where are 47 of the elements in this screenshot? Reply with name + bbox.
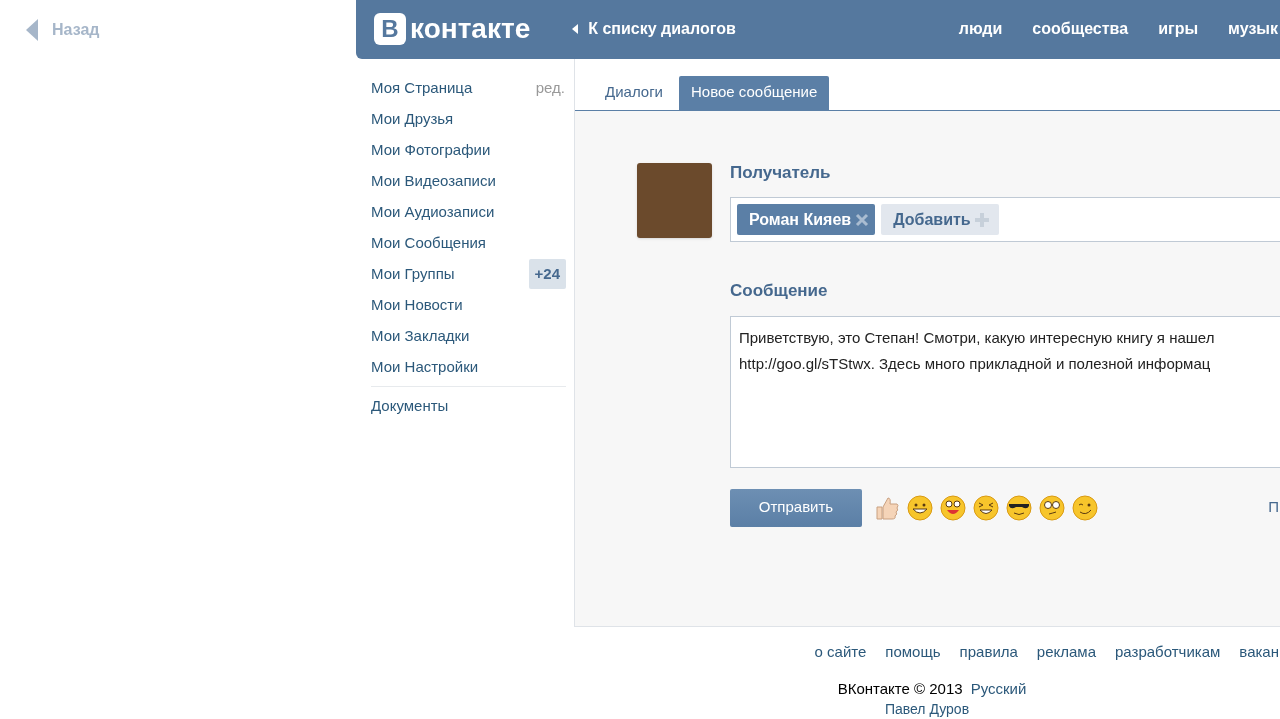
sidebar-item[interactable]: Мои Закладки	[371, 324, 470, 348]
count-badge: +24	[528, 258, 566, 290]
sidebar-item[interactable]: Моя Страница	[371, 76, 473, 100]
sidebar-item[interactable]: Мои Фотографии	[371, 138, 491, 162]
sidebar-item[interactable]: Мои Видеозаписи	[371, 169, 496, 193]
cut-off-link[interactable]: П	[1268, 496, 1280, 519]
language-link[interactable]: Русский	[970, 679, 1027, 699]
sunglasses-emoji-icon[interactable]	[1006, 494, 1032, 521]
caret-left-icon	[572, 24, 579, 35]
footer-link[interactable]: помощь	[885, 640, 941, 663]
plus-icon	[974, 212, 989, 227]
nav-link[interactable]: сообщества	[1032, 17, 1129, 42]
sidebar-item[interactable]: Мои Новости	[371, 293, 463, 317]
sidebar-item[interactable]: Мои Аудиозаписи	[371, 200, 495, 224]
back-arrow-icon	[26, 19, 38, 41]
nav-link[interactable]: люди	[958, 17, 1003, 42]
add-recipient-button[interactable]: Добавить	[881, 204, 999, 235]
footer-link[interactable]: вакан	[1239, 640, 1279, 663]
nav-link[interactable]: игры	[1158, 17, 1199, 42]
footer-link[interactable]: реклама	[1036, 640, 1097, 663]
sidebar-item[interactable]: Мои Группы	[371, 262, 455, 286]
grinning-emoji-icon[interactable]	[907, 494, 933, 521]
copyright-text: ВКонтакте © 2013	[837, 679, 963, 699]
sidebar-item[interactable]: Мои Сообщения	[371, 231, 486, 255]
surprised-emoji-icon[interactable]	[940, 494, 966, 521]
sidebar-item[interactable]: Мои Настройки	[371, 355, 479, 379]
rolling-eyes-emoji-icon[interactable]	[1039, 494, 1065, 521]
sidebar-item[interactable]: Документы	[371, 394, 449, 418]
recipient-field[interactable]: Роман Кияев Добавить	[730, 197, 1280, 242]
dialogs-back-link[interactable]: К списку диалогов	[572, 17, 736, 42]
tab[interactable]: Новое сообщение	[679, 75, 830, 110]
message-heading: Сообщение	[730, 280, 829, 302]
author-link[interactable]: Павел Дуров	[884, 699, 970, 719]
sidebar-item[interactable]: Мои Друзья	[371, 107, 454, 131]
vk-logo[interactable]: В контакте	[374, 13, 531, 46]
winking-emoji-icon[interactable]	[1072, 494, 1098, 521]
laughing-emoji-icon[interactable]	[973, 494, 999, 521]
nav-link[interactable]: музык	[1228, 17, 1278, 42]
send-button[interactable]: Отправить	[730, 488, 862, 527]
tab[interactable]: Диалоги	[593, 75, 675, 110]
message-textarea[interactable]: Приветствую, это Степан! Смотри, какую интересную книгу я нашел http://goo.gl/sTStwx. Здесь много прикладной и полезной информац	[730, 315, 1280, 468]
footer-link[interactable]: о сайте	[814, 640, 867, 663]
footer-link[interactable]: разработчикам	[1115, 640, 1221, 663]
thumbs-up-icon[interactable]	[874, 494, 900, 521]
recipient-heading: Получатель	[730, 161, 832, 184]
recipient-token[interactable]: Роман Кияев	[737, 204, 876, 235]
footer-link[interactable]: правила	[959, 640, 1018, 663]
